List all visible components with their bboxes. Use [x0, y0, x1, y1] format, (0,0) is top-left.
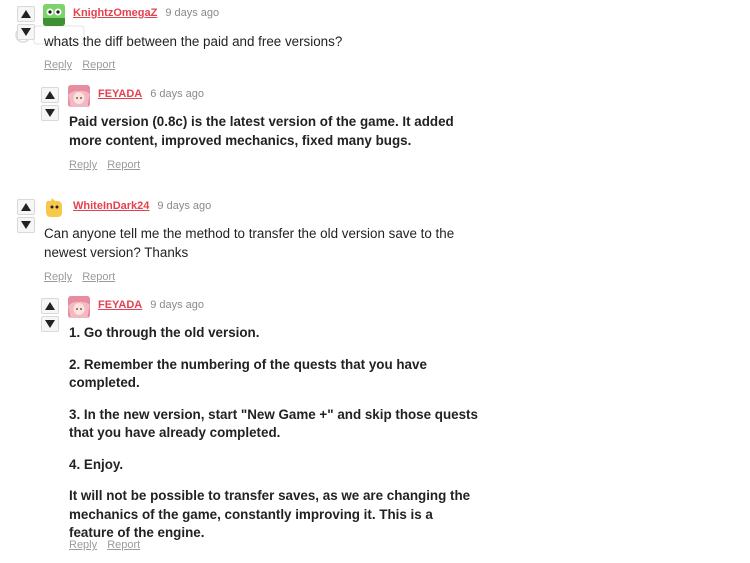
avatar[interactable]	[43, 197, 65, 219]
comment-body: whats the diff between the paid and free…	[44, 33, 464, 52]
upvote-arrow-icon	[45, 302, 55, 310]
downvote-button[interactable]	[41, 105, 59, 121]
comment-date: 9 days ago	[157, 200, 212, 212]
comment-paragraph: Paid version (0.8c) is the latest versio…	[69, 114, 454, 148]
downvote-arrow-icon	[45, 109, 55, 117]
upvote-button[interactable]	[41, 87, 59, 103]
report-link[interactable]: Report	[107, 159, 140, 171]
comment-date: 9 days ago	[150, 299, 205, 311]
comment-paragraph: Can anyone tell me the method to transfe…	[44, 226, 455, 260]
comment-body: Paid version (0.8c) is the latest versio…	[69, 113, 469, 150]
username-link[interactable]: WhiteInDark24	[73, 200, 149, 212]
comment-paragraph: whats the diff between the paid and free…	[44, 34, 343, 49]
comment-paragraph: 2. Remember the numbering of the quests …	[69, 356, 427, 391]
avatar[interactable]	[68, 296, 90, 318]
yellow-blob-avatar-icon	[43, 197, 65, 219]
username-link[interactable]: FEYADA	[98, 88, 142, 100]
comment-header: FEYADA 9 days ago	[98, 299, 204, 311]
upvote-button[interactable]	[17, 6, 35, 22]
reply-link[interactable]: Reply	[69, 539, 97, 551]
reply-link[interactable]: Reply	[44, 59, 72, 71]
username-link[interactable]: FEYADA	[98, 299, 142, 311]
comment-actions: Reply Report	[44, 59, 122, 71]
comment-body: 1. Go through the old version. 2. Rememb…	[69, 324, 479, 543]
downvote-button[interactable]	[17, 217, 35, 233]
comment-header: KnightzOmegaZ 9 days ago	[73, 7, 219, 19]
anime-girl-avatar-icon	[68, 296, 90, 318]
anime-girl-avatar-icon	[68, 85, 90, 107]
avatar[interactable]	[43, 4, 65, 26]
comment-date: 9 days ago	[165, 7, 220, 19]
username-link[interactable]: KnightzOmegaZ	[73, 7, 157, 19]
downvote-button[interactable]	[17, 24, 35, 40]
upvote-button[interactable]	[41, 298, 59, 314]
downvote-arrow-icon	[45, 320, 55, 328]
upvote-arrow-icon	[21, 203, 31, 211]
upvote-arrow-icon	[45, 91, 55, 99]
avatar[interactable]	[68, 85, 90, 107]
frog-avatar-icon	[43, 4, 65, 26]
upvote-button[interactable]	[17, 199, 35, 215]
comment-paragraph: 1. Go through the old version.	[69, 325, 260, 340]
report-link[interactable]: Report	[107, 539, 140, 551]
comment-paragraph: It will not be possible to transfer save…	[69, 488, 471, 540]
downvote-arrow-icon	[21, 28, 31, 36]
downvote-arrow-icon	[21, 221, 31, 229]
comment-actions: Reply Report	[69, 539, 147, 551]
comment-date: 6 days ago	[150, 88, 205, 100]
reply-link[interactable]: Reply	[69, 159, 97, 171]
comment-header: FEYADA 6 days ago	[98, 88, 204, 100]
comment-paragraph: 4. Enjoy.	[69, 456, 124, 472]
upvote-arrow-icon	[21, 10, 31, 18]
report-link[interactable]: Report	[82, 59, 115, 71]
comment-body: Can anyone tell me the method to transfe…	[44, 225, 459, 262]
comment-paragraph: 3. In the new version, start "New Game +…	[69, 406, 478, 441]
downvote-button[interactable]	[41, 316, 59, 332]
reply-link[interactable]: Reply	[44, 271, 72, 283]
comment-header: WhiteInDark24 9 days ago	[73, 200, 211, 212]
report-link[interactable]: Report	[82, 271, 115, 283]
comment-actions: Reply Report	[44, 271, 122, 283]
comment-actions: Reply Report	[69, 159, 147, 171]
